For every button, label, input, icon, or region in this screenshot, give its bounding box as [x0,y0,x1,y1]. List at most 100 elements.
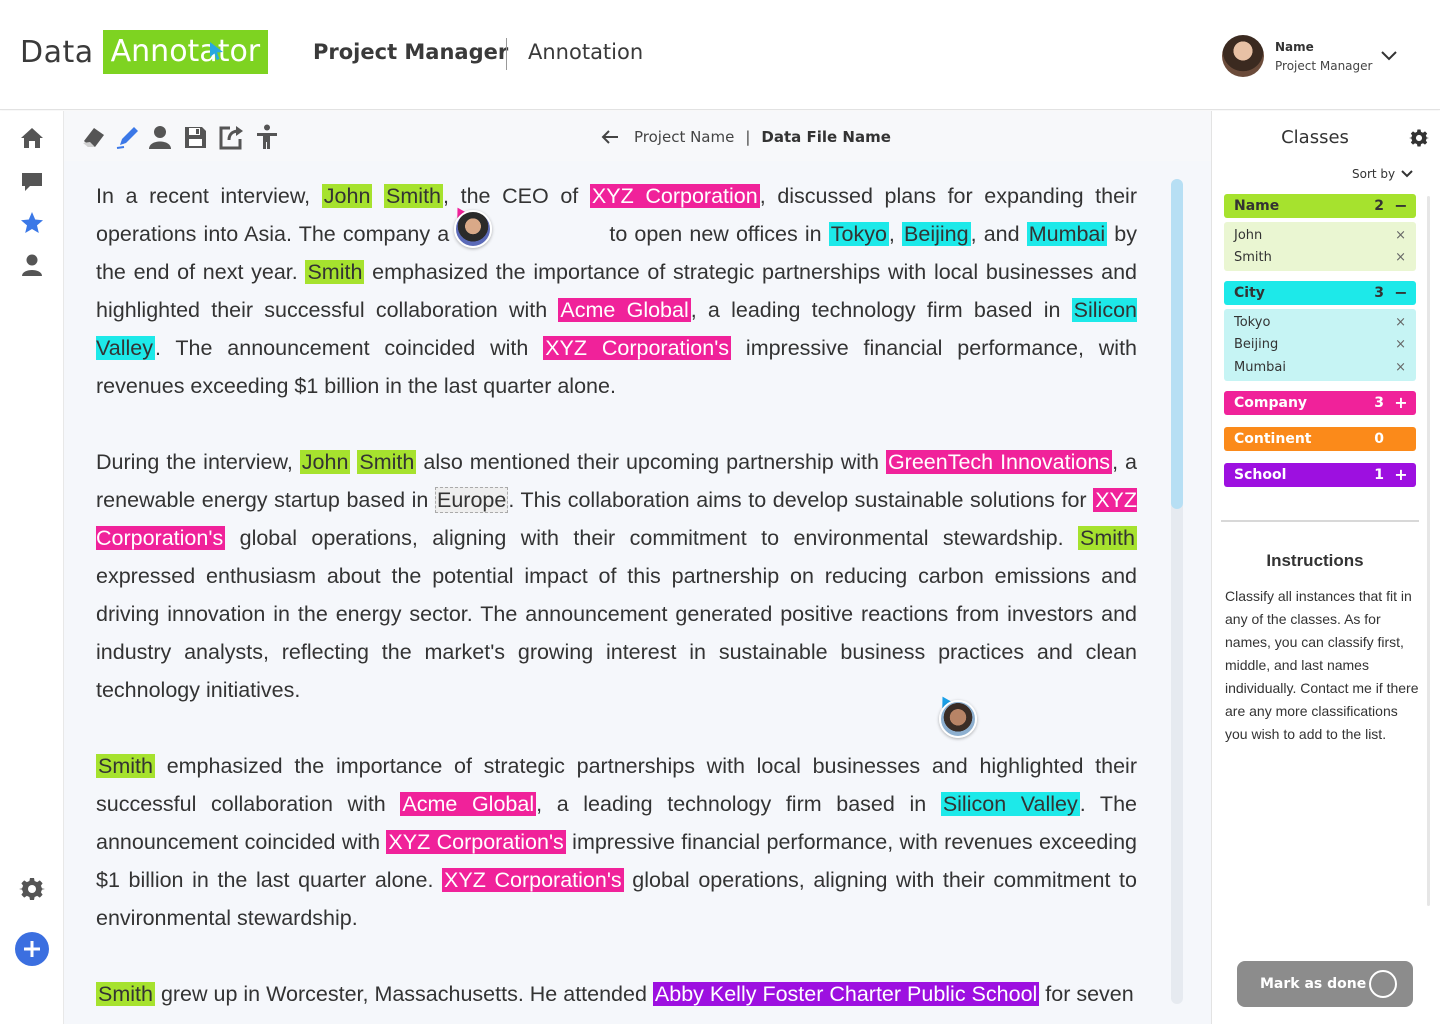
nav-project-manager[interactable]: Project Manager [313,40,508,64]
gear-icon[interactable] [19,876,45,902]
text-segment: , a leading technology firm based in [536,792,941,816]
remove-icon[interactable]: × [1395,250,1406,265]
chevron-down-icon[interactable] [1380,50,1398,62]
collaborator-avatar[interactable] [454,210,492,248]
annotation-city[interactable]: Silicon Valley [940,792,1080,816]
class-item-label: Mumbai [1234,359,1286,375]
collapse-icon[interactable]: − [1394,285,1408,301]
class-item[interactable]: Tokyo × [1224,311,1416,334]
annotation-company[interactable]: XYZ Corporation's [543,336,732,360]
save-icon[interactable] [181,123,209,151]
paragraph-3[interactable]: Smith emphasized the importance of strat… [96,747,1137,937]
annotation-company[interactable]: XYZ Corporation's [386,830,566,854]
class-continent[interactable]: Continent 0 [1224,426,1416,451]
app-logo[interactable]: Data Annotator [20,30,269,74]
class-items-name: John × Smith × [1224,222,1416,271]
nav-divider [506,38,507,70]
text-segment: , and [970,222,1027,246]
eraser-icon[interactable] [80,123,108,151]
class-item[interactable]: Smith × [1224,247,1416,270]
class-company[interactable]: Company 3 + [1224,390,1416,415]
panel-divider [1221,520,1419,522]
annotation-city[interactable]: Mumbai [1026,222,1108,246]
left-sidebar [0,111,64,1024]
user-role: Project Manager [1275,59,1373,73]
annotation-name[interactable]: Smith [96,754,155,778]
person-icon[interactable] [146,123,174,151]
annotation-name[interactable]: John [299,450,351,474]
instructions-title: Instructions [1266,551,1364,570]
text-segment: also mentioned their upcoming partnershi… [416,450,886,474]
done-toggle-icon [1369,970,1397,998]
class-item[interactable]: John × [1224,224,1416,247]
class-item[interactable]: Beijing × [1224,334,1416,357]
accessibility-icon[interactable] [253,123,281,151]
document-scrollbar[interactable] [1171,179,1183,1004]
annotation-city[interactable]: Tokyo [828,222,889,246]
home-icon[interactable] [19,125,45,151]
sort-by-dropdown[interactable]: Sort by [1352,167,1413,181]
remove-icon[interactable]: × [1395,360,1406,375]
gear-icon[interactable] [1409,128,1429,148]
class-city[interactable]: City 3− [1224,281,1416,305]
annotation-name[interactable]: Smith [1078,526,1137,550]
text-segment: In a recent interview, [96,184,322,208]
paragraph-4[interactable]: Smith grew up in Worcester, Massachusett… [96,975,1137,1013]
pen-icon[interactable] [114,123,142,151]
class-item[interactable]: Mumbai × [1224,356,1416,379]
class-count: 3 [1374,394,1384,411]
class-school[interactable]: School 1 + [1224,462,1416,487]
text-segment: During the interview, [96,450,300,474]
export-icon[interactable] [217,123,245,151]
class-count: 0 [1374,430,1384,447]
sort-by-label: Sort by [1352,167,1396,181]
mark-as-done-button[interactable]: Mark as done [1237,961,1413,1007]
annotation-company[interactable]: GreenTech Innovations [885,450,1113,474]
plus-circle-icon[interactable] [14,931,50,967]
text-segment: , the CEO of [443,184,590,208]
annotation-company[interactable]: Acme Global [400,792,537,816]
user-icon[interactable] [19,252,45,278]
logo-data-text: Data [20,34,94,70]
annotation-name[interactable]: Smith [305,260,365,284]
annotation-pending[interactable]: Europe [434,487,509,513]
class-label: Name [1234,198,1280,214]
collaborator-avatar[interactable] [939,700,977,738]
class-count: 3 [1374,285,1384,301]
text-segment: global operations, aligning with their c… [225,526,1079,550]
chat-icon[interactable] [19,169,45,195]
scrollbar-thumb[interactable] [1171,179,1183,509]
logo-annotator-text: Annotator [102,30,269,74]
avatar[interactable] [1222,35,1264,77]
expand-icon[interactable]: + [1394,466,1408,483]
annotation-company[interactable]: XYZ Corporation [589,184,760,208]
expand-icon[interactable]: + [1394,394,1408,411]
class-label: City [1234,285,1265,301]
annotation-name[interactable]: Smith [384,184,444,208]
breadcrumb-separator: | [745,128,751,146]
remove-icon[interactable]: × [1395,315,1406,330]
class-label: Continent [1234,430,1312,447]
paragraph-2[interactable]: During the interview, John Smith also me… [96,443,1138,709]
paragraph-1[interactable]: In a recent interview, John Smith, the C… [96,177,1137,405]
back-arrow-icon[interactable] [600,129,620,145]
annotation-name[interactable]: Smith [96,982,155,1006]
class-name[interactable]: Name 2− [1224,194,1416,218]
annotation-city[interactable]: Beijing [902,222,971,246]
breadcrumb-project-name[interactable]: Project Name [634,128,734,146]
annotation-company[interactable]: XYZ Corporation's [442,868,624,892]
editor-toolbar: Project Name | Data File Name [64,111,1211,161]
star-icon[interactable] [19,210,45,236]
remove-icon[interactable]: × [1395,228,1406,243]
text-segment [372,184,384,208]
annotation-name[interactable]: Smith [357,450,417,474]
cursor-icon [210,42,223,60]
annotation-name[interactable]: John [321,184,373,208]
remove-icon[interactable]: × [1395,337,1406,352]
collapse-icon[interactable]: − [1394,198,1408,214]
nav-annotation[interactable]: Annotation [528,40,643,64]
panel-scrollbar[interactable] [1427,196,1430,906]
annotation-company[interactable]: Acme Global [558,298,691,322]
annotation-school[interactable]: Abby Kelly Foster Charter Public School [652,982,1040,1006]
class-item-label: Tokyo [1234,314,1271,330]
